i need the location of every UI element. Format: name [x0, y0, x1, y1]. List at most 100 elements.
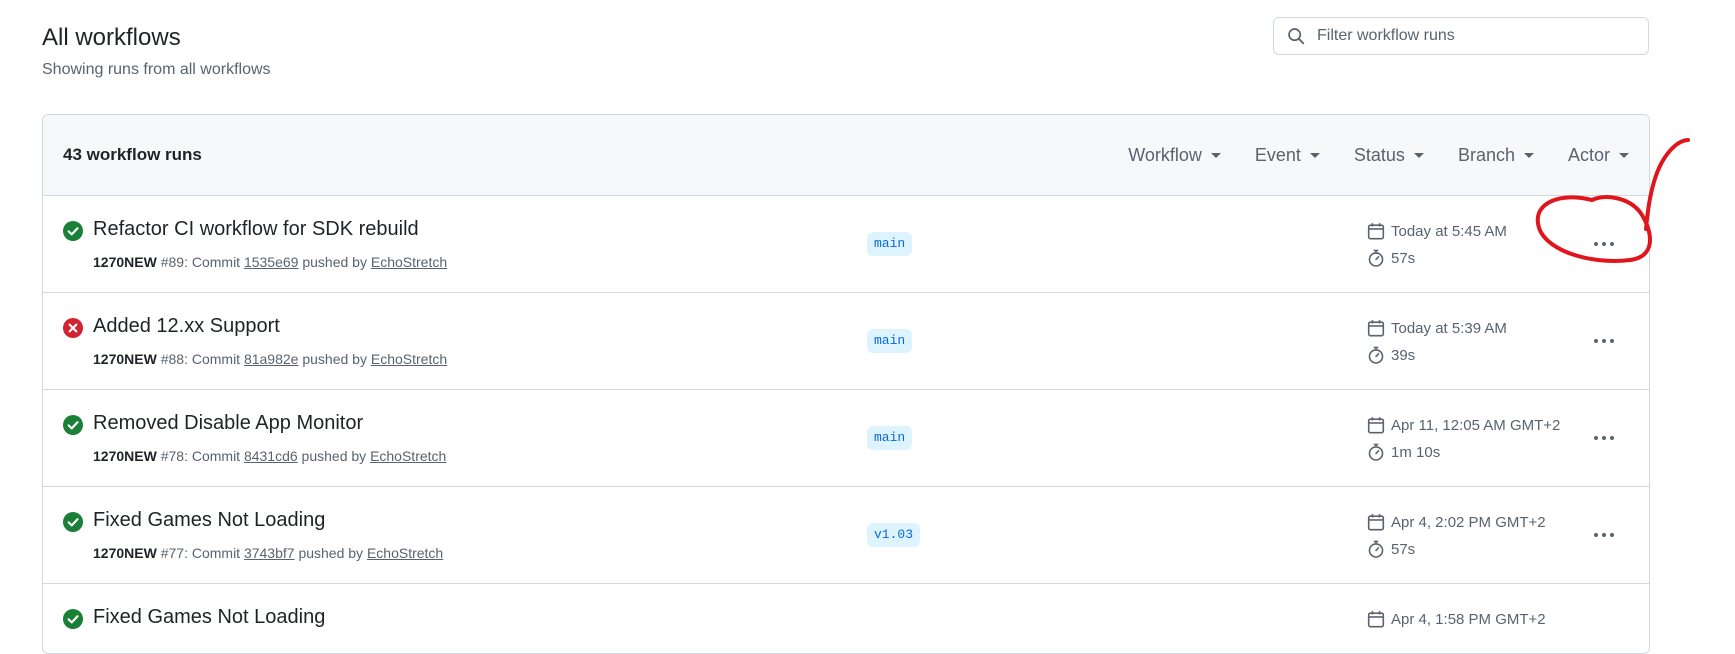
run-actions-button[interactable] — [1590, 523, 1618, 547]
run-date: Apr 11, 12:05 AM GMT+2 — [1367, 416, 1560, 434]
kebab-horizontal-icon — [1594, 533, 1614, 537]
run-meta: 1270NEW #88: Commit 81a982e pushed by Ec… — [93, 351, 447, 367]
run-actions-button[interactable] — [1590, 329, 1618, 353]
kebab-horizontal-icon — [1594, 242, 1614, 246]
run-date: Today at 5:39 AM — [1367, 319, 1507, 337]
workflow-run-row[interactable]: Added 12.xx Support 1270NEW #88: Commit … — [43, 293, 1649, 390]
run-date-text: Apr 11, 12:05 AM GMT+2 — [1391, 416, 1561, 434]
x-circle-icon — [63, 318, 83, 338]
run-workflow-name: 1270NEW — [93, 545, 157, 561]
filter-workflow-runs-field[interactable] — [1273, 17, 1649, 55]
run-duration: 1m 10s — [1367, 443, 1440, 461]
run-duration: 39s — [1367, 346, 1415, 364]
run-title-link[interactable]: Added 12.xx Support — [93, 315, 280, 338]
branch-label[interactable]: main — [867, 232, 913, 256]
run-date-text: Apr 4, 2:02 PM GMT+2 — [1391, 513, 1546, 531]
filter-status-label: Status — [1353, 144, 1405, 165]
check-circle-icon — [63, 221, 83, 241]
filter-branch-label: Branch — [1457, 144, 1515, 165]
run-title-link[interactable]: Removed Disable App Monitor — [93, 412, 363, 435]
actor-link[interactable]: EchoStretch — [371, 254, 447, 270]
run-number: #78 — [160, 448, 185, 464]
filter-actor-label: Actor — [1567, 144, 1610, 165]
filter-status-dropdown[interactable]: Status — [1354, 145, 1424, 166]
check-circle-icon — [63, 415, 83, 435]
run-date: Today at 5:45 AM — [1367, 222, 1507, 240]
caret-down-icon — [1210, 152, 1221, 158]
filter-workflow-label: Workflow — [1128, 144, 1202, 165]
page-subtitle: Showing runs from all workflows — [42, 61, 271, 78]
run-title-link[interactable]: Fixed Games Not Loading — [93, 509, 325, 532]
workflow-run-row[interactable]: Fixed Games Not Loading Apr 4, 1:58 PM G… — [43, 584, 1649, 653]
workflow-runs-list: 43 workflow runs Workflow Event Status B… — [42, 114, 1650, 654]
calendar-icon — [1367, 514, 1385, 531]
branch-label[interactable]: v1.03 — [867, 523, 921, 547]
filter-workflow-dropdown[interactable]: Workflow — [1128, 145, 1221, 166]
run-title-link[interactable]: Refactor CI workflow for SDK rebuild — [93, 218, 419, 241]
run-meta: 1270NEW #77: Commit 3743bf7 pushed by Ec… — [93, 545, 443, 561]
commit-link[interactable]: 8431cd6 — [244, 448, 298, 464]
filter-actor-dropdown[interactable]: Actor — [1568, 145, 1629, 166]
run-number: #77 — [160, 545, 185, 561]
run-date-text: Today at 5:39 AM — [1391, 319, 1507, 337]
commit-link[interactable]: 1535e69 — [244, 254, 299, 270]
page-title: All workflows — [42, 24, 181, 51]
filter-event-label: Event — [1254, 144, 1301, 165]
commit-link[interactable]: 81a982e — [244, 351, 299, 367]
run-duration: 57s — [1367, 249, 1415, 267]
workflow-run-row[interactable]: Removed Disable App Monitor 1270NEW #78:… — [43, 390, 1649, 487]
run-date: Apr 4, 1:58 PM GMT+2 — [1367, 610, 1546, 628]
commit-link[interactable]: 3743bf7 — [244, 545, 295, 561]
run-number: #88 — [160, 351, 185, 367]
workflow-run-row[interactable]: Fixed Games Not Loading 1270NEW #77: Com… — [43, 487, 1649, 584]
stopwatch-icon — [1368, 540, 1384, 558]
run-duration-text: 39s — [1391, 346, 1416, 364]
run-date-text: Apr 4, 1:58 PM GMT+2 — [1391, 610, 1546, 628]
stopwatch-icon — [1368, 443, 1384, 461]
runs-filters: Workflow Event Status Branch Actor — [1094, 145, 1629, 166]
run-duration-text: 57s — [1391, 249, 1416, 267]
run-meta: 1270NEW #78: Commit 8431cd6 pushed by Ec… — [93, 448, 446, 464]
actor-link[interactable]: EchoStretch — [371, 351, 447, 367]
runs-count: 43 workflow runs — [63, 145, 202, 164]
caret-down-icon — [1413, 152, 1424, 158]
filter-event-dropdown[interactable]: Event — [1255, 145, 1320, 166]
commit-label: : Commit — [184, 545, 244, 561]
search-icon — [1288, 28, 1305, 45]
run-date: Apr 4, 2:02 PM GMT+2 — [1367, 513, 1546, 531]
branch-label[interactable]: main — [867, 329, 913, 353]
check-circle-icon — [63, 609, 83, 629]
pushed-by-label: pushed by — [298, 351, 371, 367]
calendar-icon — [1367, 320, 1385, 337]
workflow-run-row[interactable]: Refactor CI workflow for SDK rebuild 127… — [43, 196, 1649, 293]
check-circle-icon — [63, 512, 83, 532]
run-duration-text: 57s — [1391, 540, 1416, 558]
filter-workflow-runs-input[interactable] — [1315, 26, 1639, 46]
kebab-horizontal-icon — [1594, 436, 1614, 440]
calendar-icon — [1367, 417, 1385, 434]
run-workflow-name: 1270NEW — [93, 448, 157, 464]
actor-link[interactable]: EchoStretch — [367, 545, 443, 561]
calendar-icon — [1367, 611, 1385, 628]
run-title-link[interactable]: Fixed Games Not Loading — [93, 606, 325, 629]
stopwatch-icon — [1368, 346, 1384, 364]
actor-link[interactable]: EchoStretch — [370, 448, 446, 464]
run-date-text: Today at 5:45 AM — [1391, 222, 1507, 240]
runs-list-header: 43 workflow runs Workflow Event Status B… — [43, 115, 1649, 196]
kebab-horizontal-icon — [1594, 339, 1614, 343]
pushed-by-label: pushed by — [297, 448, 371, 464]
pushed-by-label: pushed by — [294, 545, 367, 561]
run-number: #89 — [160, 254, 185, 270]
run-actions-button[interactable] — [1590, 232, 1618, 256]
commit-label: : Commit — [184, 448, 244, 464]
pushed-by-label: pushed by — [298, 254, 371, 270]
run-duration-text: 1m 10s — [1391, 443, 1441, 461]
commit-label: : Commit — [184, 254, 244, 270]
commit-label: : Commit — [184, 351, 244, 367]
caret-down-icon — [1619, 152, 1629, 158]
caret-down-icon — [1309, 152, 1320, 158]
run-actions-button[interactable] — [1590, 426, 1618, 450]
filter-branch-dropdown[interactable]: Branch — [1458, 145, 1534, 166]
branch-label[interactable]: main — [867, 426, 913, 450]
run-workflow-name: 1270NEW — [93, 254, 157, 270]
